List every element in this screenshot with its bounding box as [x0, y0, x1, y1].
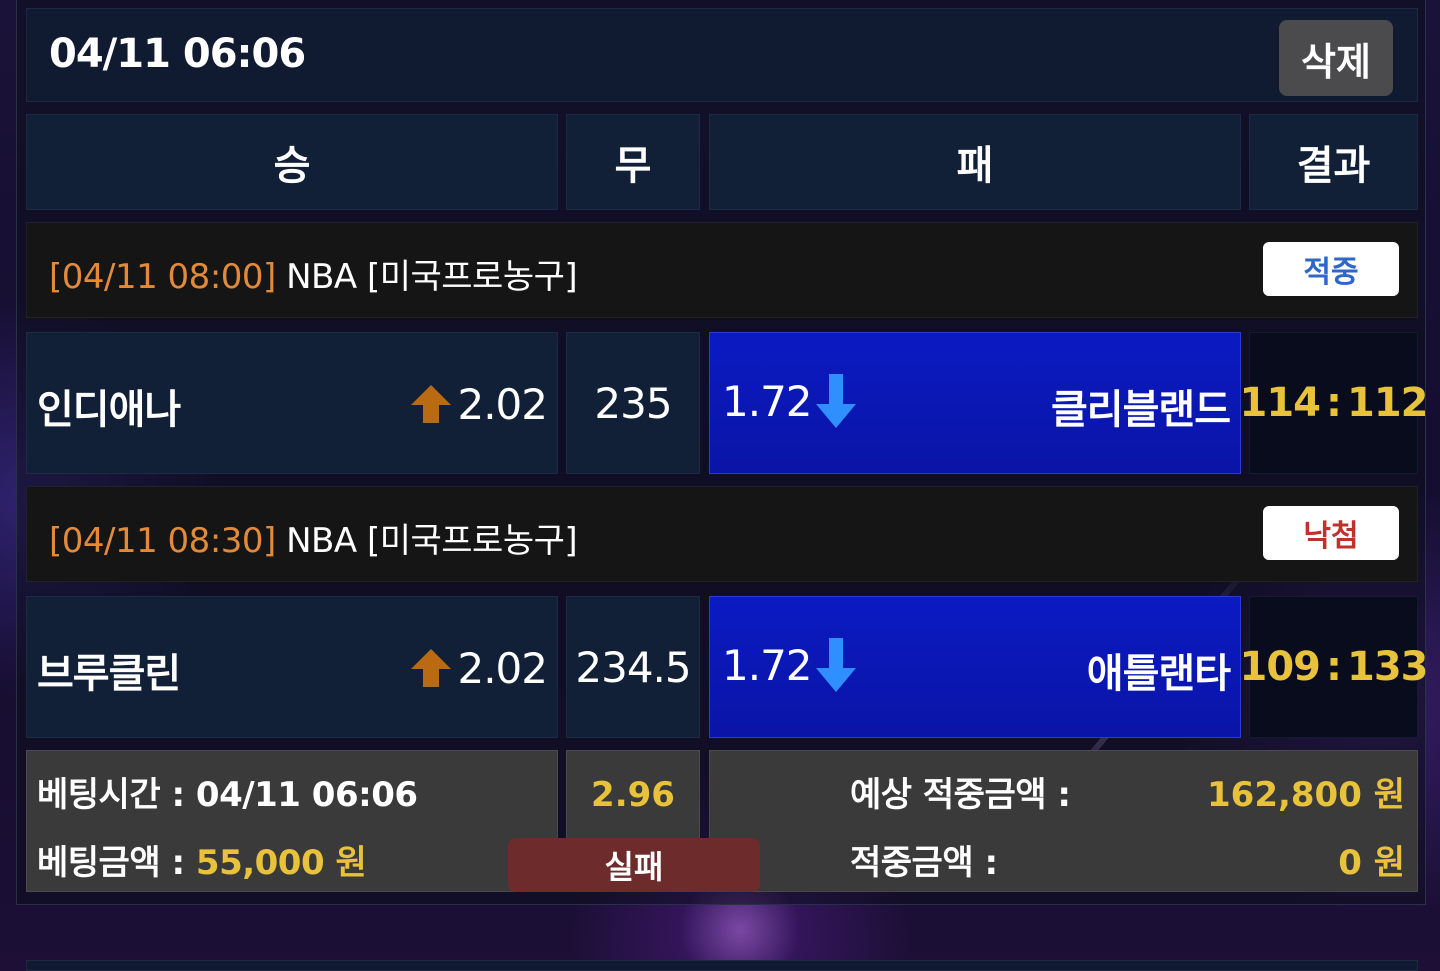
delete-button[interactable]: 삭제 — [1279, 20, 1393, 96]
up-arrow-icon — [411, 385, 452, 423]
game-2-league-bar: [04/11 08:30] NBA [미국프로농구] 낙첨 — [26, 486, 1418, 582]
game-1-away-cell-selected[interactable]: 1.72 클리블랜드 — [709, 332, 1241, 474]
game-1-away-team: 클리블랜드 — [1051, 387, 1231, 433]
game-2-away-odds-wrap: 1.72 — [722, 635, 858, 695]
won-amount-value: 0 원 — [1338, 843, 1405, 883]
game-2-home-odds: 2.02 — [457, 643, 548, 693]
game-2-score: 109 : 133 — [1240, 596, 1428, 738]
total-odds: 2.96 — [591, 775, 675, 815]
bet-time-value: 04/11 06:06 — [195, 775, 418, 815]
up-arrow-icon — [411, 649, 452, 687]
game-1-league-name: NBA [미국프로농구] — [286, 257, 578, 297]
bet-status-badge: 실패 — [508, 838, 760, 892]
game-1-league-info: [04/11 08:00] NBA [미국프로농구] — [49, 249, 578, 298]
game-2-score-home: 109 — [1239, 644, 1321, 690]
column-header-result: 결과 — [1249, 114, 1418, 210]
game-2-league-name: NBA [미국프로농구] — [286, 521, 578, 561]
down-arrow-icon — [815, 374, 856, 428]
game-1-score: 114 : 112 — [1240, 332, 1428, 474]
game-1-line-cell[interactable]: 235 — [566, 332, 700, 474]
down-arrow-icon — [815, 638, 856, 692]
game-1-league-bar: [04/11 08:00] NBA [미국프로농구] 적중 — [26, 222, 1418, 318]
game-1-score-home: 114 — [1239, 380, 1321, 426]
game-2-home-odds-wrap: 2.02 — [409, 643, 548, 693]
game-1-home-cell[interactable]: 인디애나 2.02 — [26, 332, 558, 474]
score-separator: : — [1326, 380, 1342, 426]
column-header-win: 승 — [26, 114, 558, 210]
bet-amount-value: 55,000 원 — [195, 843, 367, 883]
game-2-result-badge: 낙첨 — [1263, 506, 1399, 560]
game-1-result-badge: 적중 — [1263, 242, 1399, 296]
bet-datetime: 04/11 06:06 — [49, 31, 306, 77]
expected-payout-label: 예상 적중금액 : — [850, 775, 1071, 815]
game-2-away-cell-selected[interactable]: 1.72 애틀랜타 — [709, 596, 1241, 738]
game-1-home-odds-wrap: 2.02 — [409, 379, 548, 429]
game-1-kickoff-time: [04/11 08:00] — [49, 257, 276, 297]
bet-time-label: 베팅시간 : — [37, 775, 185, 815]
game-2-home-cell[interactable]: 브루클린 2.02 — [26, 596, 558, 738]
game-2-line: 234.5 — [575, 642, 691, 692]
bet-amount-label: 베팅금액 : — [37, 843, 185, 883]
game-1-line: 235 — [594, 378, 672, 428]
won-amount-label: 적중금액 : — [850, 843, 998, 883]
bet-amount-line: 베팅금액 : 55,000 원 — [37, 835, 367, 884]
game-2-away-odds: 1.72 — [722, 640, 813, 690]
column-header-draw: 무 — [566, 114, 700, 210]
score-separator: : — [1326, 644, 1342, 690]
bet-header: 04/11 06:06 삭제 — [26, 8, 1418, 102]
game-1-home-odds: 2.02 — [457, 379, 548, 429]
game-2-home-team: 브루클린 — [37, 651, 181, 697]
bet-time-line: 베팅시간 : 04/11 06:06 — [37, 767, 418, 816]
next-bet-header-edge — [26, 960, 1418, 971]
game-1-score-away: 112 — [1347, 380, 1428, 426]
summary-bet-info: 베팅시간 : 04/11 06:06 베팅금액 : 55,000 원 — [26, 750, 558, 892]
game-1-away-odds-wrap: 1.72 — [722, 371, 858, 431]
game-2-league-info: [04/11 08:30] NBA [미국프로농구] — [49, 513, 578, 562]
expected-payout-value: 162,800 원 — [1207, 775, 1405, 815]
game-2-line-cell[interactable]: 234.5 — [566, 596, 700, 738]
game-1-home-team: 인디애나 — [37, 387, 181, 433]
game-2-kickoff-time: [04/11 08:30] — [49, 521, 276, 561]
column-header-lose: 패 — [709, 114, 1241, 210]
game-2-away-team: 애틀랜타 — [1086, 651, 1231, 697]
summary-payout-info: 예상 적중금액 : 162,800 원 적중금액 : 0 원 — [709, 750, 1418, 892]
game-2-score-away: 133 — [1347, 644, 1428, 690]
game-1-away-odds: 1.72 — [722, 376, 813, 426]
